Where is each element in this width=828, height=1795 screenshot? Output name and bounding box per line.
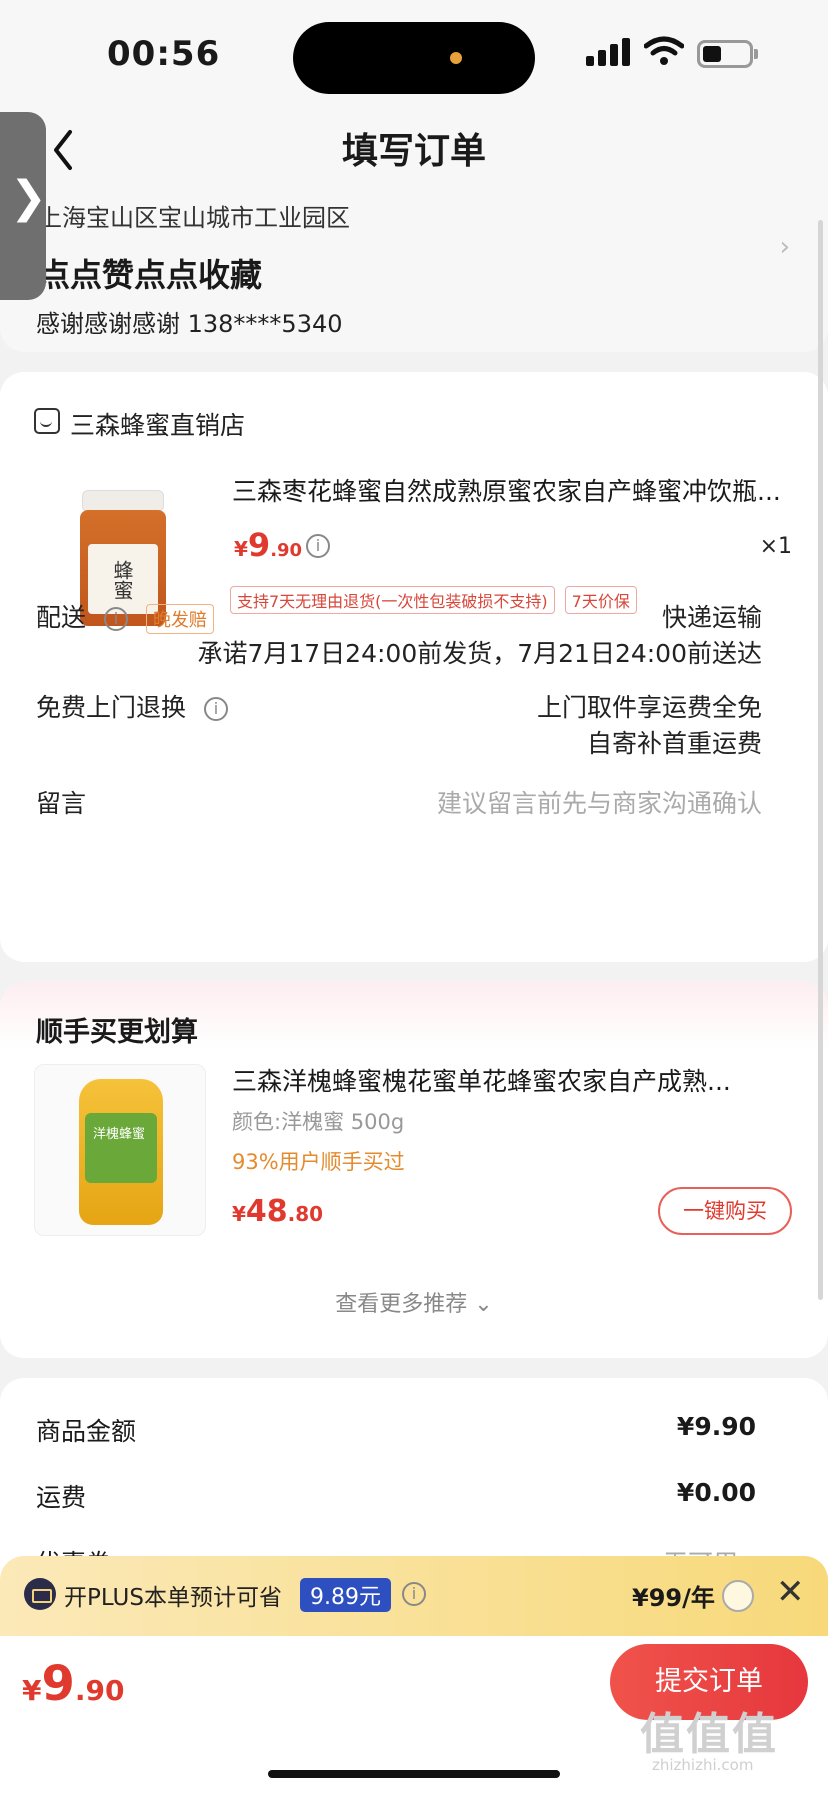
plus-promo-text: 开PLUS本单预计可省 bbox=[64, 1585, 282, 1611]
return-label: 免费上门退换 bbox=[36, 693, 187, 722]
plus-info-icon[interactable]: i bbox=[402, 1582, 426, 1606]
chevron-right-icon: ❯ bbox=[10, 172, 47, 223]
shop-icon bbox=[34, 408, 60, 434]
order-card: 三森蜂蜜直销店 蜂蜜 三森枣花蜂蜜自然成熟原蜜农家自产蜂蜜冲饮瓶... ¥9.9… bbox=[0, 372, 828, 962]
product-quantity: ×1 bbox=[759, 534, 792, 559]
product-price: ¥9.90 bbox=[234, 526, 303, 564]
recommend-title: 顺手买更划算 bbox=[36, 1017, 198, 1048]
product-image-label: 蜂蜜 bbox=[110, 560, 134, 600]
return-info-icon[interactable]: i bbox=[203, 697, 228, 721]
home-indicator[interactable] bbox=[268, 1770, 560, 1778]
status-bar: 00:56 bbox=[0, 0, 828, 110]
cellular-signal-icon bbox=[586, 38, 630, 66]
nav-bar: 填写订单 bbox=[0, 110, 828, 190]
recommend-bought-rate: 93%用户顺手买过 bbox=[232, 1150, 405, 1174]
delivery-promise: 承诺7月17日24:00前发货，7月21日24:00前送达 bbox=[197, 639, 762, 668]
watermark-url: zhizhizhi.com bbox=[652, 1756, 754, 1774]
more-recommend-link[interactable]: 查看更多推荐 ⌄ bbox=[0, 1286, 828, 1318]
scrollbar[interactable] bbox=[818, 220, 823, 1300]
product-title[interactable]: 三森枣花蜂蜜自然成熟原蜜农家自产蜂蜜冲饮瓶... bbox=[232, 472, 792, 508]
recording-dot-icon bbox=[450, 52, 462, 64]
page-title: 填写订单 bbox=[341, 131, 486, 172]
tag-price-protect: 7天价保 bbox=[564, 586, 637, 614]
message-input[interactable]: 建议留言前先与商家沟通确认 bbox=[437, 784, 762, 820]
shop-name[interactable]: 三森蜂蜜直销店 bbox=[70, 406, 245, 442]
recommend-product-image[interactable]: 洋槐蜂蜜 bbox=[34, 1064, 206, 1236]
wifi-icon bbox=[644, 36, 684, 65]
plus-annual-price: ¥99/年 bbox=[632, 1584, 715, 1612]
delivery-info-icon[interactable]: i bbox=[103, 607, 128, 631]
plus-select-radio[interactable] bbox=[722, 1580, 754, 1612]
watermark-logo: 值值值 bbox=[640, 1709, 778, 1760]
recommend-card: 顺手买更划算 洋槐蜂蜜 三森洋槐蜂蜜槐花蜜单花蜂蜜农家自产成熟... 颜色:洋槐… bbox=[0, 982, 828, 1358]
delivery-method: 快递运输 bbox=[661, 603, 762, 632]
plus-save-amount: 9.89元 bbox=[300, 1578, 391, 1612]
recommend-product-name[interactable]: 三森洋槐蜂蜜槐花蜜单花蜂蜜农家自产成熟... bbox=[232, 1062, 788, 1098]
summary-row-goods: 商品金额 ¥9.90 bbox=[36, 1412, 756, 1446]
plus-crown-icon bbox=[24, 1578, 56, 1610]
return-line-1: 上门取件享运费全免 bbox=[536, 693, 762, 722]
address-contact: 感谢感谢感谢 138****5340 bbox=[36, 310, 343, 338]
recommend-image-label: 洋槐蜂蜜 bbox=[93, 1127, 146, 1142]
price-info-icon[interactable]: i bbox=[306, 534, 330, 558]
summary-row-shipping: 运费 ¥0.00 bbox=[36, 1478, 756, 1512]
battery-icon bbox=[697, 40, 753, 68]
chevron-right-icon: › bbox=[779, 232, 790, 262]
dynamic-island bbox=[293, 22, 535, 94]
one-click-buy-button[interactable]: 一键购买 bbox=[658, 1187, 792, 1235]
return-line-2: 自寄补首重运费 bbox=[586, 729, 762, 758]
service-tags: 支持7天无理由退货(一次性包装破损不支持) 7天价保 bbox=[230, 586, 637, 614]
battery-tip bbox=[754, 49, 758, 59]
address-card[interactable]: 上海宝山区宝山城市工业园区 点点赞点点收藏 感谢感谢感谢 138****5340… bbox=[0, 190, 828, 352]
total-price: ¥9.90 bbox=[22, 1656, 125, 1712]
recommend-product-price: ¥48.80 bbox=[232, 1194, 324, 1229]
address-name: 点点赞点点收藏 bbox=[38, 256, 263, 294]
checkout-bar: ¥9.90 提交订单 值值值 zhizhizhi.com bbox=[0, 1636, 828, 1795]
status-time: 00:56 bbox=[107, 34, 221, 74]
late-compensation-badge: 晚发赔 bbox=[145, 604, 214, 634]
close-icon[interactable]: ✕ bbox=[776, 1572, 805, 1612]
message-label: 留言 bbox=[36, 789, 87, 818]
tag-return: 支持7天无理由退货(一次性包装破损不支持) bbox=[230, 586, 555, 614]
address-line: 上海宝山区宝山城市工业园区 bbox=[38, 204, 350, 232]
recommend-product-spec: 颜色:洋槐蜜 500g bbox=[232, 1110, 405, 1134]
delivery-label: 配送 bbox=[36, 603, 87, 632]
plus-promo-bar[interactable]: 开PLUS本单预计可省 9.89元 i ¥99/年 ✕ bbox=[0, 1556, 828, 1636]
side-drawer-tab[interactable]: ❯ bbox=[0, 112, 47, 300]
